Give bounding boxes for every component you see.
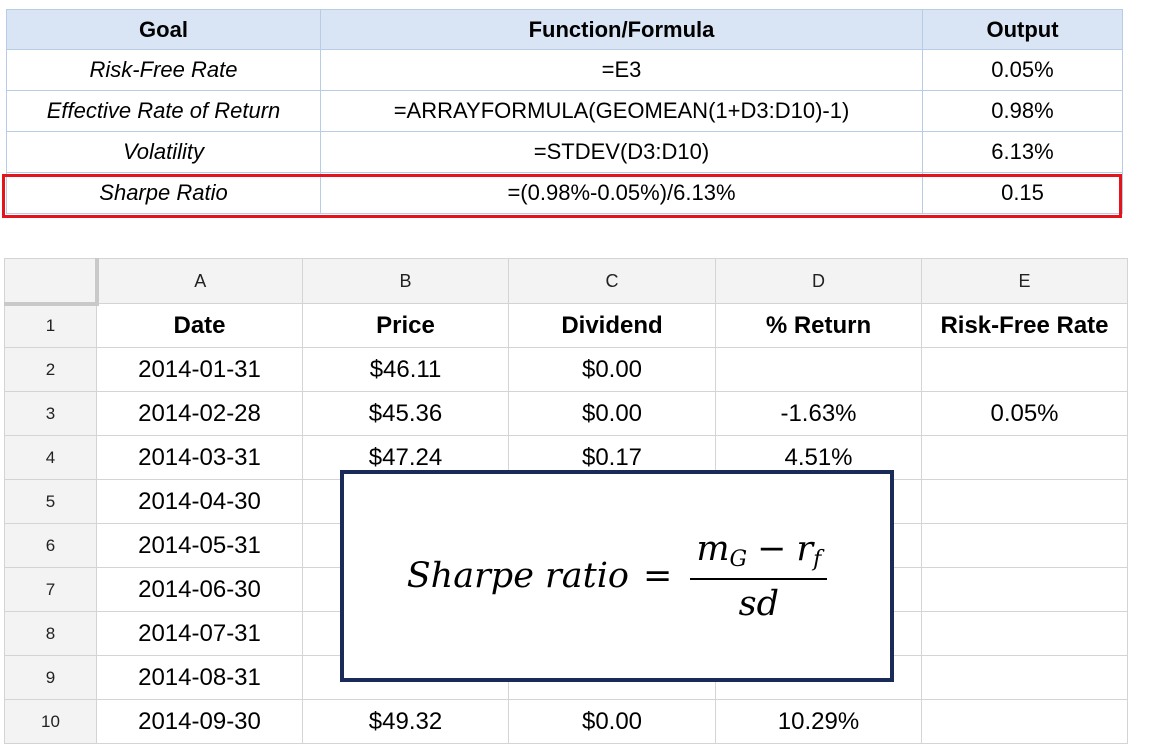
header-cell[interactable]: Risk-Free Rate xyxy=(921,303,1128,348)
row-header[interactable]: 10 xyxy=(4,699,97,744)
grid-cell[interactable]: $49.32 xyxy=(302,699,509,744)
summary-goal-cell[interactable]: Effective Rate of Return xyxy=(6,90,321,132)
summary-output-cell[interactable]: 6.13% xyxy=(922,131,1123,173)
column-header-d[interactable]: D xyxy=(715,258,922,304)
summary-output-cell[interactable]: 0.98% xyxy=(922,90,1123,132)
sharpe-formula-box: Sharpe ratio = mG − rf sd xyxy=(340,470,894,682)
formula-r: r xyxy=(796,528,814,569)
grid-cell[interactable] xyxy=(921,699,1128,744)
grid-cell[interactable]: 2014-05-31 xyxy=(96,523,303,568)
formula-m-sub: G xyxy=(729,546,748,572)
formula-m: m xyxy=(696,528,730,569)
header-cell[interactable]: Date xyxy=(96,303,303,348)
row-header[interactable]: 3 xyxy=(4,391,97,436)
row-header[interactable]: 7 xyxy=(4,567,97,612)
summary-row: Effective Rate of Return =ARRAYFORMULA(G… xyxy=(6,90,1123,132)
summary-goal-cell[interactable]: Volatility xyxy=(6,131,321,173)
header-cell[interactable]: Dividend xyxy=(508,303,716,348)
summary-formula-cell[interactable]: =E3 xyxy=(320,49,923,91)
formula-minus: − xyxy=(757,528,787,569)
grid-cell[interactable]: 2014-02-28 xyxy=(96,391,303,436)
row-header[interactable]: 5 xyxy=(4,479,97,524)
table-row: 3 2014-02-28 $45.36 $0.00 -1.63% 0.05% xyxy=(4,391,1128,436)
row-header[interactable]: 4 xyxy=(4,435,97,480)
column-header-b[interactable]: B xyxy=(302,258,509,304)
formula-fraction: mG − rf sd xyxy=(690,528,828,624)
summary-formula-cell[interactable]: =(0.98%-0.05%)/6.13% xyxy=(320,172,923,214)
summary-row: Volatility =STDEV(D3:D10) 6.13% xyxy=(6,131,1123,173)
grid-cell[interactable]: 10.29% xyxy=(715,699,922,744)
grid-cell[interactable]: $46.11 xyxy=(302,347,509,392)
column-header-e[interactable]: E xyxy=(921,258,1128,304)
summary-header-output: Output xyxy=(922,9,1123,50)
grid-cell[interactable]: -1.63% xyxy=(715,391,922,436)
grid-cell[interactable]: $45.36 xyxy=(302,391,509,436)
table-row: 10 2014-09-30 $49.32 $0.00 10.29% xyxy=(4,699,1128,744)
formula-lhs: Sharpe ratio xyxy=(406,556,629,596)
summary-formula-cell[interactable]: =ARRAYFORMULA(GEOMEAN(1+D3:D10)-1) xyxy=(320,90,923,132)
row-header[interactable]: 8 xyxy=(4,611,97,656)
table-row: 1 Date Price Dividend% Return Risk-Free Rate xyxy=(4,303,1128,348)
row-header[interactable]: 6 xyxy=(4,523,97,568)
summary-header-formula: Function/Formula xyxy=(320,9,923,50)
grid-cell[interactable] xyxy=(921,655,1128,700)
column-header-row: ABCDE xyxy=(4,258,1128,306)
summary-header-row: Goal Function/Formula Output xyxy=(6,9,1123,50)
table-row: 2 2014-01-31 $46.11 $0.00 xyxy=(4,347,1128,392)
grid-cell[interactable]: 2014-03-31 xyxy=(96,435,303,480)
grid-cell[interactable]: 2014-01-31 xyxy=(96,347,303,392)
formula-denominator: sd xyxy=(738,583,779,624)
formula-equals: = xyxy=(642,556,673,596)
grid-cell[interactable] xyxy=(715,347,922,392)
summary-table: Goal Function/Formula Output Risk-Free R… xyxy=(6,9,1123,214)
summary-goal-cell[interactable]: Sharpe Ratio xyxy=(6,172,321,214)
column-header-a[interactable]: A xyxy=(96,258,303,304)
header-cell[interactable]: % Return xyxy=(715,303,922,348)
grid-cell[interactable] xyxy=(921,479,1128,524)
summary-row-sharpe: Sharpe Ratio =(0.98%-0.05%)/6.13% 0.15 xyxy=(6,172,1123,214)
formula-numerator: mG − rf xyxy=(690,528,828,580)
grid-cell[interactable] xyxy=(921,435,1128,480)
grid-cell[interactable] xyxy=(921,347,1128,392)
summary-goal-cell[interactable]: Risk-Free Rate xyxy=(6,49,321,91)
summary-row: Risk-Free Rate =E3 0.05% xyxy=(6,49,1123,91)
row-header[interactable]: 2 xyxy=(4,347,97,392)
grid-cell[interactable] xyxy=(921,611,1128,656)
grid-cell[interactable]: $0.00 xyxy=(508,699,716,744)
header-cell[interactable]: Price xyxy=(302,303,509,348)
grid-cell[interactable]: 0.05% xyxy=(921,391,1128,436)
select-all-corner[interactable] xyxy=(4,258,99,306)
grid-cell[interactable]: 2014-04-30 xyxy=(96,479,303,524)
grid-cell[interactable]: $0.00 xyxy=(508,391,716,436)
grid-cell[interactable] xyxy=(921,523,1128,568)
row-header[interactable]: 1 xyxy=(4,303,97,348)
formula-r-sub: f xyxy=(813,546,822,572)
summary-header-goal: Goal xyxy=(6,9,321,50)
grid-cell[interactable]: $0.00 xyxy=(508,347,716,392)
summary-output-cell[interactable]: 0.05% xyxy=(922,49,1123,91)
row-header[interactable]: 9 xyxy=(4,655,97,700)
grid-cell[interactable]: 2014-06-30 xyxy=(96,567,303,612)
summary-output-cell[interactable]: 0.15 xyxy=(922,172,1123,214)
grid-cell[interactable] xyxy=(921,567,1128,612)
summary-formula-cell[interactable]: =STDEV(D3:D10) xyxy=(320,131,923,173)
grid-cell[interactable]: 2014-09-30 xyxy=(96,699,303,744)
grid-cell[interactable]: 2014-08-31 xyxy=(96,655,303,700)
column-header-c[interactable]: C xyxy=(508,258,716,304)
grid-cell[interactable]: 2014-07-31 xyxy=(96,611,303,656)
